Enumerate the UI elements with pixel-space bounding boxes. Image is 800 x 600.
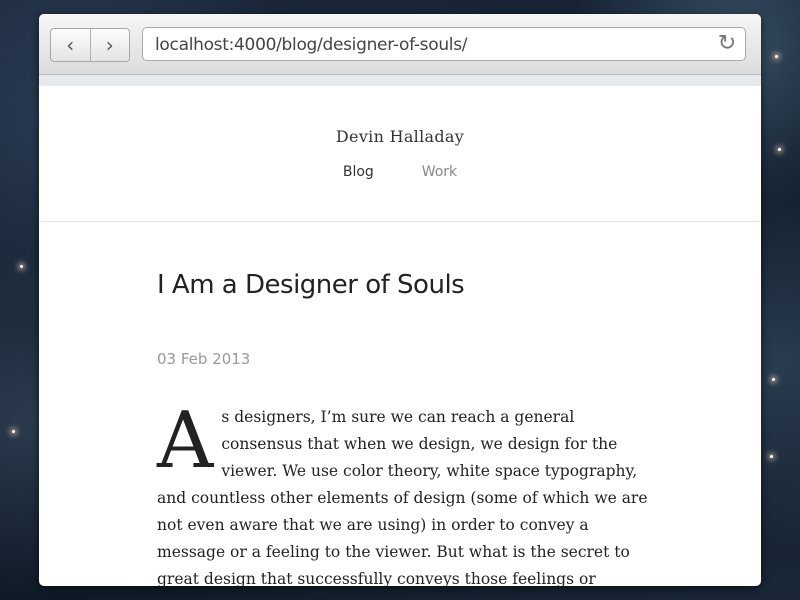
star <box>772 378 775 381</box>
url-text: localhost:4000/blog/designer-of-souls/ <box>155 35 468 55</box>
star <box>778 148 781 151</box>
nav-link-work[interactable]: Work <box>422 164 457 180</box>
chevron-right-icon: › <box>105 33 114 57</box>
post-title: I Am a Designer of Souls <box>157 270 465 300</box>
browser-window: ‹ › localhost:4000/blog/designer-of-soul… <box>39 14 761 586</box>
star <box>775 55 778 58</box>
star <box>12 430 15 433</box>
browser-toolbar: ‹ › localhost:4000/blog/designer-of-soul… <box>39 14 761 75</box>
reload-icon[interactable]: ↻ <box>715 32 739 56</box>
site-title[interactable]: Devin Halladay <box>39 127 761 146</box>
star <box>20 265 23 268</box>
article: I Am a Designer of Souls 03 Feb 2013 A s… <box>157 270 657 586</box>
star <box>770 455 773 458</box>
post-body: A s designers, I’m sure we can reach a g… <box>157 396 651 586</box>
site-nav: Blog Work <box>39 163 761 180</box>
page-top-strip <box>39 75 761 86</box>
nav-link-blog[interactable]: Blog <box>343 164 374 180</box>
chevron-left-icon: ‹ <box>66 33 75 57</box>
post-paragraph: s designers, I’m sure we can reach a gen… <box>157 408 648 586</box>
post-date: 03 Feb 2013 <box>157 350 251 368</box>
navigation-buttons: ‹ › <box>50 28 130 62</box>
back-button[interactable]: ‹ <box>51 29 90 61</box>
drop-cap: A <box>157 396 214 486</box>
site-header: Devin Halladay Blog Work <box>39 86 761 222</box>
forward-button[interactable]: › <box>89 29 130 61</box>
address-bar[interactable]: localhost:4000/blog/designer-of-souls/ ↻ <box>142 27 746 61</box>
